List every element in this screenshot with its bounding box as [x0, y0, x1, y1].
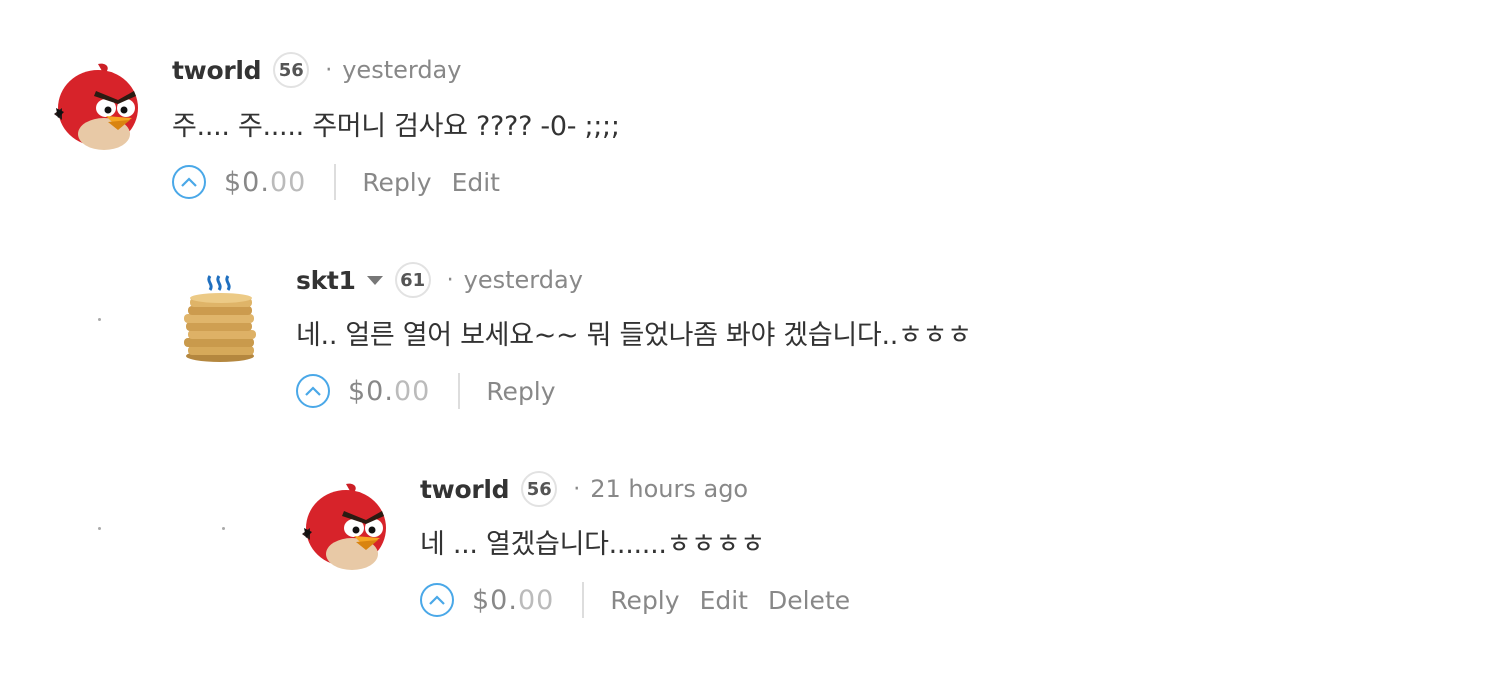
- upvote-chevron-icon: [429, 595, 445, 605]
- upvote-button[interactable]: [296, 374, 330, 408]
- upvote-chevron-icon: [305, 386, 321, 396]
- angry-bird-avatar-icon: [302, 483, 386, 570]
- upvote-chevron-icon: [181, 177, 197, 187]
- comment-body: 네.. 얼른 열어 보세요~~ 뭐 들었나좀 봐야 겠습니다..ㅎㅎㅎ: [296, 320, 972, 351]
- edit-link[interactable]: Edit: [700, 586, 748, 615]
- meta-separator: ·: [573, 476, 581, 502]
- meta-separator: ·: [446, 267, 454, 293]
- footer-divider: [582, 582, 585, 618]
- comment-body: 주.... 주..... 주머니 검사요 ???? -0- ;;;;: [172, 111, 620, 142]
- thread-indent-dot: [98, 318, 101, 321]
- payout-value[interactable]: $0.00: [348, 376, 430, 407]
- comment-meta: tworld 56 · yesterday: [172, 52, 461, 88]
- reputation-badge: 61: [394, 262, 431, 298]
- timestamp-link[interactable]: yesterday: [342, 56, 461, 84]
- footer-divider: [458, 373, 461, 409]
- comment-meta: tworld 56 · 21 hours ago: [420, 471, 748, 507]
- payout-cents: 00: [269, 166, 307, 198]
- edit-link[interactable]: Edit: [452, 168, 500, 197]
- thread-indent-dot: [98, 527, 101, 530]
- reply-link[interactable]: Reply: [486, 377, 555, 406]
- upvote-button[interactable]: [172, 165, 206, 199]
- user-avatar[interactable]: [174, 268, 270, 364]
- upvote-button[interactable]: [420, 583, 454, 617]
- reply-link[interactable]: Reply: [610, 586, 679, 615]
- timestamp-link[interactable]: 21 hours ago: [590, 475, 748, 503]
- footer-divider: [334, 164, 337, 200]
- reputation-badge: 56: [273, 52, 310, 88]
- author-name[interactable]: skt1: [296, 266, 356, 295]
- comment-footer: $0.00 Reply Edit Delete: [420, 580, 870, 620]
- coin-stack-avatar-icon: [184, 275, 256, 362]
- delete-link[interactable]: Delete: [768, 586, 850, 615]
- timestamp-link[interactable]: yesterday: [464, 266, 583, 294]
- angry-bird-avatar-icon: [54, 63, 138, 150]
- payout-main: $0.: [472, 584, 518, 616]
- thread-indent-dot: [222, 527, 225, 530]
- payout-cents: 00: [517, 584, 555, 616]
- payout-main: $0.: [224, 166, 270, 198]
- user-avatar[interactable]: [296, 478, 392, 574]
- reputation-badge: 56: [521, 471, 558, 507]
- reply-link[interactable]: Reply: [362, 168, 431, 197]
- comment-footer: $0.00 Reply Edit: [172, 162, 520, 202]
- caret-down-icon[interactable]: [366, 275, 383, 285]
- payout-cents: 00: [393, 375, 431, 407]
- payout-value[interactable]: $0.00: [224, 167, 306, 198]
- comment-meta: skt1 61 · yesterday: [296, 262, 583, 298]
- payout-value[interactable]: $0.00: [472, 585, 554, 616]
- author-name[interactable]: tworld: [420, 475, 510, 504]
- meta-separator: ·: [325, 57, 333, 83]
- comment-body: 네 ... 열겠습니다.......ㅎㅎㅎㅎ: [420, 529, 765, 560]
- comment-footer: $0.00 Reply: [296, 371, 576, 411]
- payout-main: $0.: [348, 375, 394, 407]
- author-name[interactable]: tworld: [172, 56, 262, 85]
- user-avatar[interactable]: [48, 58, 144, 154]
